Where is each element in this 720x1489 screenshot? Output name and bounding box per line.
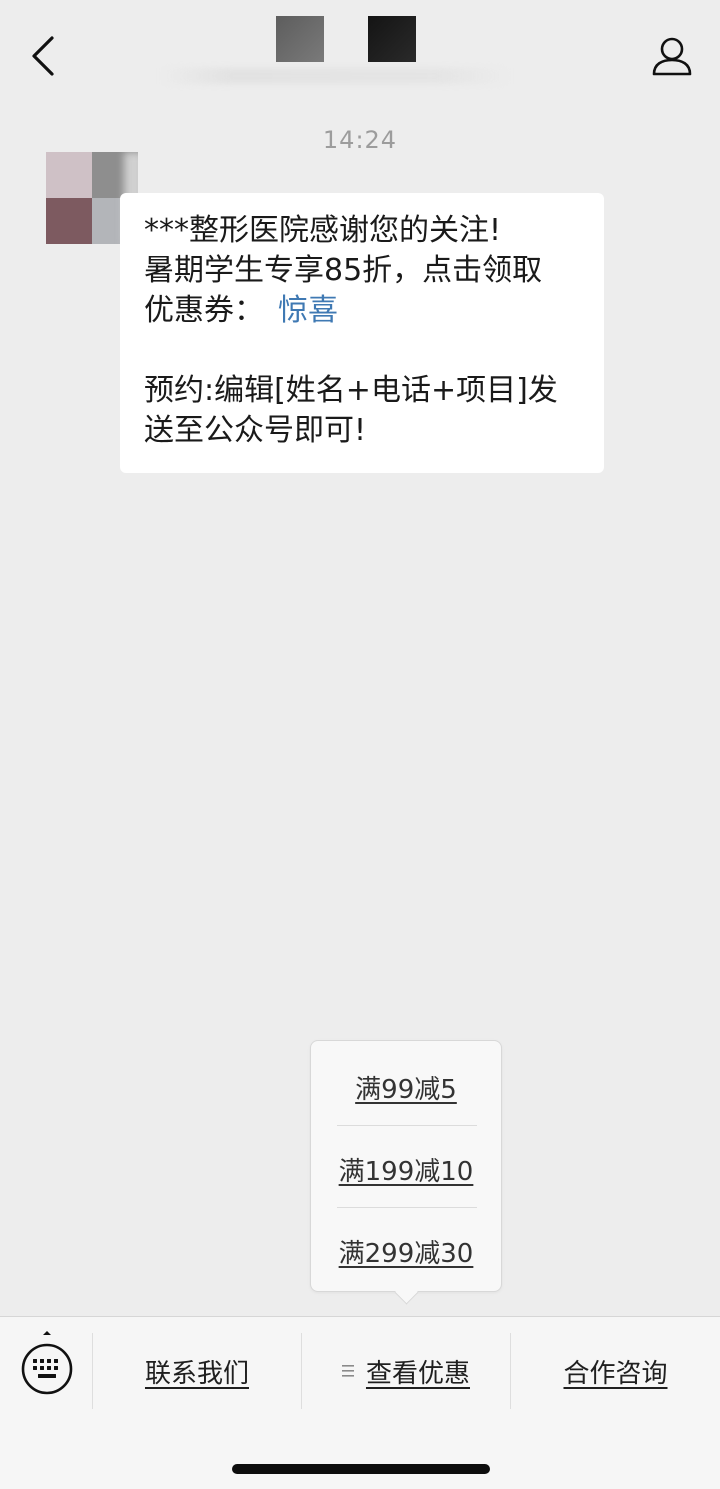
- message-line-1: ***整形医院感谢您的关注!: [144, 213, 502, 248]
- message-line-3: 优惠券： 惊喜: [144, 291, 582, 331]
- message-line-5: 送至公众号即可!: [144, 413, 367, 448]
- popup-item-offer-2[interactable]: 满199减10: [311, 1128, 501, 1210]
- keyboard-toggle-button[interactable]: [16, 1331, 78, 1401]
- message-line-4: 预约:编辑[姓名+电话+项目]发: [144, 373, 558, 408]
- chat-screen: 14:24 ***整形医院感谢您的关注! 暑期学生专享85折，点击领取 优惠券：…: [0, 0, 720, 1489]
- menu-view-offers[interactable]: 查看优惠: [302, 1333, 510, 1409]
- keyboard-icon: [21, 1331, 73, 1395]
- chevron-left-icon: [32, 36, 54, 76]
- message-line-2: 暑期学生专享85折，点击领取: [144, 253, 543, 288]
- profile-button[interactable]: [646, 30, 698, 82]
- back-button[interactable]: [18, 28, 68, 84]
- person-icon: [652, 37, 692, 76]
- message-line-3-text: 优惠券：: [144, 293, 264, 328]
- offers-popup-menu: 满99减5 满199减10 满299减30: [310, 1040, 502, 1305]
- menu-view-offers-label: 查看优惠: [365, 1358, 470, 1389]
- menu-contact-us[interactable]: 联系我们: [93, 1333, 301, 1409]
- menu-cooperation[interactable]: 合作咨询: [511, 1333, 720, 1409]
- nav-header: [0, 0, 720, 110]
- popup-divider: [337, 1125, 477, 1126]
- title-obscured: [150, 14, 510, 84]
- home-indicator[interactable]: [232, 1464, 490, 1474]
- message-timestamp: 14:24: [322, 126, 398, 154]
- message-bubble[interactable]: ***整形医院感谢您的关注! 暑期学生专享85折，点击领取 优惠券： 惊喜 预约:…: [120, 193, 604, 473]
- popup-item-offer-1[interactable]: 满99减5: [311, 1046, 501, 1128]
- submenu-lines-icon: [341, 1365, 354, 1377]
- surprise-link[interactable]: 惊喜: [278, 293, 338, 328]
- popup-divider: [337, 1207, 477, 1208]
